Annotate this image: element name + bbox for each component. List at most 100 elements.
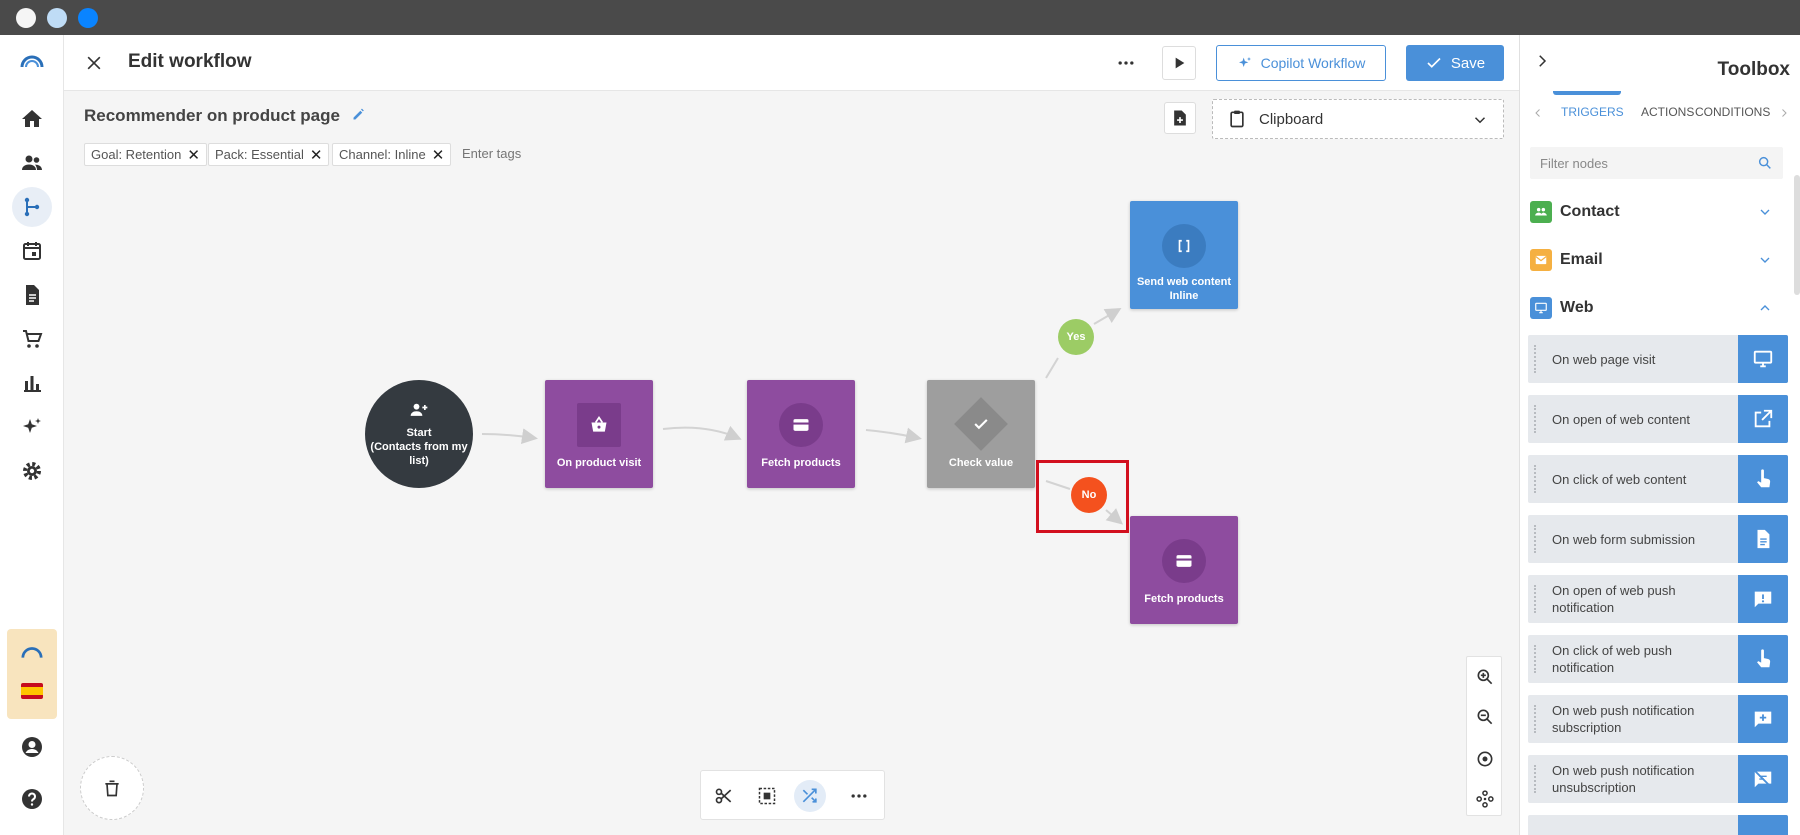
remove-tag-icon[interactable]: ✕ — [432, 146, 445, 164]
node-on-product-visit[interactable]: On product visit — [545, 380, 653, 488]
account-promo-card[interactable] — [7, 629, 57, 719]
tool-on-web-push-notification-unsubscription[interactable]: On web push notification unsubscription — [1528, 755, 1788, 803]
tool-on-open-of-web-content[interactable]: On open of web content — [1528, 395, 1788, 443]
tab-triggers[interactable]: TRIGGERS — [1561, 105, 1624, 119]
nav-analytics[interactable] — [12, 363, 52, 403]
filter-nodes-input[interactable]: Filter nodes — [1530, 147, 1783, 179]
app-logo[interactable] — [12, 43, 52, 83]
tab-actions[interactable]: ACTIONS — [1641, 105, 1694, 119]
drag-handle[interactable] — [1534, 585, 1538, 613]
credit-card-icon — [779, 403, 823, 447]
zoom-in-button[interactable] — [1473, 665, 1497, 689]
tool-on-click-of-web-content[interactable]: On click of web content — [1528, 455, 1788, 503]
tabs-scroll-right-icon[interactable] — [1778, 107, 1790, 119]
pencil-icon[interactable] — [351, 107, 366, 122]
help-icon — [22, 789, 42, 809]
tool-on-web-form-submission[interactable]: On web form submission — [1528, 515, 1788, 563]
category-web[interactable]: Web — [1530, 294, 1783, 322]
zoom-controls — [1466, 656, 1502, 816]
nav-ai[interactable] — [12, 407, 52, 447]
window-close-dot[interactable] — [16, 8, 36, 28]
left-nav-rail — [0, 35, 64, 835]
tool-on-open-of-web-push-notification[interactable]: On open of web push notification — [1528, 575, 1788, 623]
select-all-icon — [758, 787, 776, 805]
copilot-workflow-button[interactable]: Copilot Workflow — [1216, 45, 1386, 81]
tool-label: On web form submission — [1552, 531, 1696, 547]
drag-handle[interactable] — [1534, 345, 1538, 373]
touch-pointer-icon — [1738, 635, 1788, 683]
auto-layout-button[interactable] — [1473, 787, 1497, 811]
shuffle-connections-button[interactable] — [794, 780, 826, 812]
tag-chip[interactable]: Goal: Retention ✕ — [84, 143, 207, 166]
node-label-line-1: Send web content — [1136, 276, 1232, 288]
target-icon — [1477, 751, 1493, 767]
filter-placeholder: Filter nodes — [1540, 155, 1608, 171]
nav-commerce[interactable] — [12, 319, 52, 359]
more-horizontal-icon — [1118, 61, 1134, 65]
chevron-down-icon — [1760, 209, 1770, 215]
save-to-clipboard-button[interactable] — [1164, 102, 1196, 134]
nav-contacts[interactable] — [12, 143, 52, 183]
nav-documents[interactable] — [12, 275, 52, 315]
more-tools-button[interactable] — [843, 780, 875, 812]
remove-tag-icon[interactable]: ✕ — [187, 146, 200, 164]
tabs-scroll-left-icon[interactable] — [1532, 107, 1544, 119]
window-maximize-dot[interactable] — [78, 8, 98, 28]
calendar-icon — [23, 242, 41, 260]
drag-handle[interactable] — [1534, 525, 1538, 553]
nav-calendar[interactable] — [12, 231, 52, 271]
node-fetch-products-no-branch[interactable]: Fetch products — [1130, 516, 1238, 624]
monitor-icon — [1530, 297, 1552, 319]
brand-mini-logo-icon — [21, 647, 43, 658]
zoom-out-button[interactable] — [1473, 705, 1497, 729]
save-button[interactable]: Save — [1406, 45, 1504, 81]
clipboard-dropdown[interactable]: Clipboard — [1212, 99, 1504, 139]
category-contact[interactable]: Contact — [1530, 198, 1783, 226]
center-view-button[interactable] — [1473, 747, 1497, 771]
shopping-basket-icon — [577, 403, 621, 447]
run-workflow-button[interactable] — [1162, 46, 1196, 80]
delete-drop-zone[interactable] — [80, 756, 144, 820]
tag-chip[interactable]: Channel: Inline ✕ — [332, 143, 452, 166]
drag-handle[interactable] — [1534, 405, 1538, 433]
tool-next-item-partial[interactable] — [1528, 815, 1788, 835]
node-check-value[interactable]: Check value — [927, 380, 1035, 488]
nav-settings[interactable] — [12, 451, 52, 491]
drag-handle[interactable] — [1534, 645, 1538, 673]
toolbox-panel: Toolbox TRIGGERS ACTIONS CONDITIONS Filt… — [1519, 35, 1800, 835]
canvas-bottom-toolbar — [700, 770, 885, 820]
drag-handle[interactable] — [1534, 765, 1538, 793]
more-options-button[interactable] — [1114, 51, 1138, 75]
cut-button[interactable] — [708, 780, 740, 812]
nav-home[interactable] — [12, 99, 52, 139]
close-editor-button[interactable] — [82, 51, 106, 75]
tool-label: On click of web content — [1552, 471, 1687, 487]
nav-profile[interactable] — [12, 727, 52, 767]
category-email[interactable]: Email — [1530, 246, 1783, 274]
tab-conditions[interactable]: CONDITIONS — [1695, 105, 1770, 119]
remove-tag-icon[interactable]: ✕ — [310, 146, 323, 164]
tool-on-web-page-visit[interactable]: On web page visit — [1528, 335, 1788, 383]
workflow-branch-icon — [24, 197, 40, 217]
node-send-web-content[interactable]: Send web content Inline — [1130, 201, 1238, 309]
nav-workflows[interactable] — [12, 187, 52, 227]
tool-label: On open of web push notification — [1552, 583, 1676, 615]
tag-input[interactable] — [462, 146, 582, 161]
tool-label: On web push notification unsubscription — [1552, 763, 1695, 795]
start-node[interactable]: Start (Contacts from my list) — [365, 380, 473, 488]
tool-on-web-push-notification-subscription[interactable]: On web push notification subscription — [1528, 695, 1788, 743]
select-area-button[interactable] — [751, 780, 783, 812]
nav-help[interactable] — [12, 779, 52, 819]
tool-on-click-of-web-push-notification[interactable]: On click of web push notification — [1528, 635, 1788, 683]
collapse-toolbox-button[interactable] — [1530, 49, 1554, 73]
copilot-workflow-label: Copilot Workflow — [1260, 55, 1366, 71]
drag-handle[interactable] — [1534, 465, 1538, 493]
drag-handle[interactable] — [1534, 705, 1538, 733]
toolbox-scrollbar[interactable] — [1794, 175, 1800, 295]
yes-branch-badge[interactable]: Yes — [1058, 319, 1094, 355]
tag-chip[interactable]: Pack: Essential ✕ — [208, 143, 330, 166]
node-fetch-products[interactable]: Fetch products — [747, 380, 855, 488]
add-message-icon — [1738, 695, 1788, 743]
node-label: Check value — [948, 457, 1014, 469]
window-minimize-dot[interactable] — [47, 8, 67, 28]
